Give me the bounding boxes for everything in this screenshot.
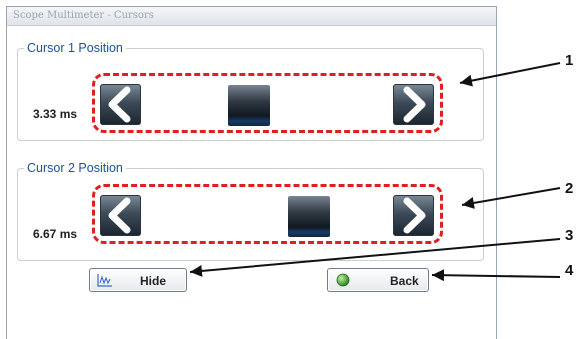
window-title: Scope Multimeter - Cursors — [13, 10, 154, 21]
callout-number-4: 4 — [565, 262, 574, 279]
cursor1-value: 3.33 ms — [33, 107, 78, 121]
title-bar: Scope Multimeter - Cursors — [7, 7, 496, 26]
cursor2-slider-track[interactable] — [92, 184, 443, 244]
cursor1-highlight-frame — [92, 73, 443, 133]
callout-number-2: 2 — [565, 180, 574, 197]
hide-button-label: Hide — [140, 274, 167, 288]
back-button[interactable]: Back — [327, 268, 429, 292]
waveform-icon — [97, 274, 112, 287]
back-button-label: Back — [390, 274, 419, 288]
scope-multimeter-cursors-window: Scope Multimeter - Cursors Cursor 1 Posi… — [6, 6, 497, 339]
green-dot-icon — [336, 273, 350, 287]
cursor1-legend: Cursor 1 Position — [27, 41, 123, 55]
cursor2-value: 6.67 ms — [33, 227, 78, 241]
hide-button[interactable]: Hide — [89, 268, 187, 292]
cursor1-slider-track[interactable] — [92, 73, 443, 133]
callout-number-3: 3 — [565, 227, 574, 244]
cursor2-legend: Cursor 2 Position — [27, 161, 123, 175]
cursor2-highlight-frame — [92, 184, 443, 244]
callout-number-1: 1 — [565, 52, 574, 69]
